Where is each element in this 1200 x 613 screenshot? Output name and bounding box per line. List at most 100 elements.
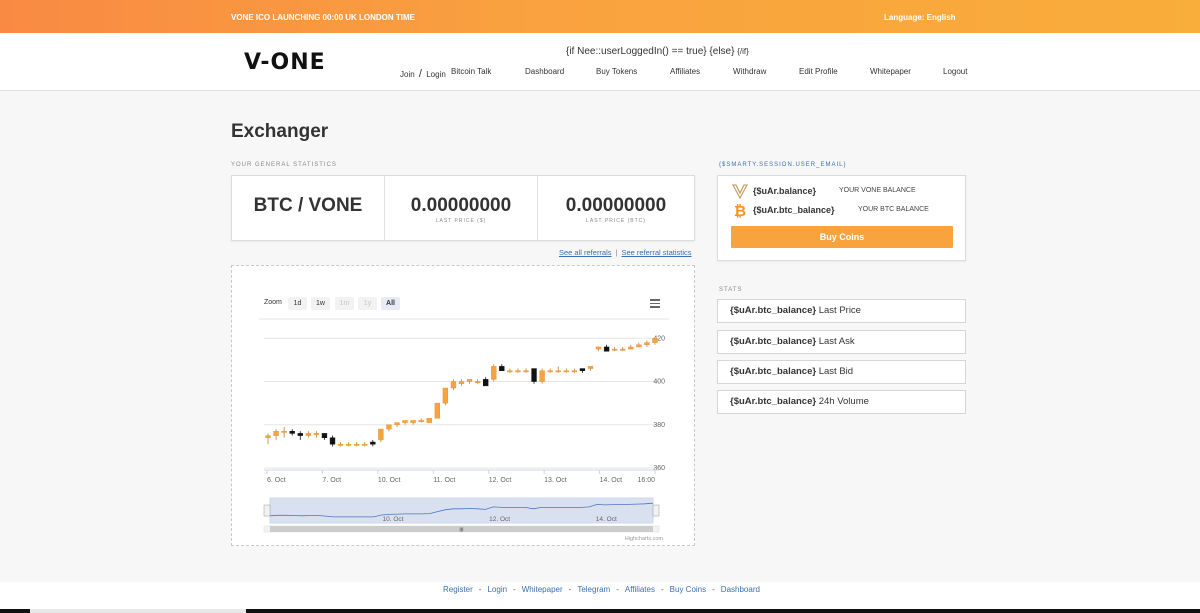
announcement-bar: VONE ICO LAUNCHING 00:00 UK LONDON TIME … [0, 0, 1200, 33]
join-link[interactable]: Join [400, 70, 415, 79]
candle [579, 368, 586, 371]
candle [603, 346, 610, 352]
candle [354, 443, 360, 446]
candle [636, 344, 642, 348]
candle [450, 381, 457, 389]
candle [337, 443, 344, 446]
nav-logout[interactable]: Logout [943, 67, 967, 76]
candle [611, 348, 618, 351]
candle [595, 346, 602, 350]
candle [345, 443, 352, 446]
language-selector[interactable]: Language: English [884, 13, 956, 22]
y-tick-label: 400 [653, 379, 665, 386]
stat-name: Last Ask [818, 336, 855, 347]
candle [652, 338, 658, 343]
footer-separator: - [616, 585, 619, 594]
vone-logo-icon [731, 184, 749, 200]
vone-balance-label: YOUR VONE BALANCE [839, 187, 916, 194]
footer-telegram-link[interactable]: Telegram [577, 585, 610, 594]
site-footer: Register - Login - Whitepaper - Telegram - Affil… [0, 582, 1200, 610]
candle [378, 428, 384, 441]
candle [394, 422, 400, 426]
candle [531, 368, 537, 382]
site-logo[interactable]: V-ONE [244, 50, 326, 75]
candle [426, 418, 432, 423]
stat-name: 24h Volume [818, 396, 869, 407]
candle [281, 431, 287, 433]
btc-balance-value: {$uAr.btc_balance} [753, 205, 835, 215]
stat-last-bid: {$uAr.btc_balance} Last Bid [717, 360, 966, 384]
btc-balance-label: YOUR BTC BALANCE [858, 206, 929, 213]
candle [628, 346, 634, 350]
referral-links: See all referrals | See referral statistic… [559, 248, 692, 257]
nav-affiliates[interactable]: Affiliates [670, 67, 700, 76]
trading-pair: BTC / VONE [253, 195, 363, 216]
stat-last-ask: {$uAr.btc_balance} Last Ask [717, 330, 966, 354]
bottom-strip [0, 609, 1200, 613]
announcement-text: VONE ICO LAUNCHING 00:00 UK LONDON TIME [231, 13, 416, 22]
btc-balance-row: ₿ {$uAr.btc_balance} YOUR BTC BALANCE [732, 202, 952, 220]
general-stats-card: BTC / VONE 0.00000000 LAST PRICE ($) 0.0… [231, 175, 695, 241]
candle [563, 370, 569, 373]
candle [466, 379, 473, 382]
stat-var: {$uAr.btc_balance} [730, 305, 817, 316]
nav-withdraw[interactable]: Withdraw [733, 67, 766, 76]
x-tick-label: 10. Oct [378, 477, 401, 484]
x-tick-label: 16:00 [637, 477, 655, 484]
candle [491, 366, 497, 380]
see-all-referrals-link[interactable]: See all referrals [559, 248, 612, 257]
nav-buy-tokens[interactable]: Buy Tokens [596, 67, 637, 76]
footer-buy-coins-link[interactable]: Buy Coins [670, 585, 706, 594]
svg-text:₿: ₿ [734, 202, 746, 220]
login-link[interactable]: Login [426, 70, 446, 79]
bitcoin-icon: ₿ [734, 202, 746, 220]
candle [515, 370, 521, 373]
scrollbar-grip: III [459, 528, 463, 534]
x-tick-label: 6. Oct [267, 477, 286, 484]
footer-affiliates-link[interactable]: Affiliates [625, 585, 655, 594]
footer-links: Register - Login - Whitepaper - Telegram - Affil… [443, 585, 760, 594]
price-chart[interactable]: Zoom 1d 1w 1m 1y All 360 380 400 420 6. Oct 7… [259, 291, 669, 542]
candle [499, 366, 505, 371]
x-tick-label: 13. Oct [544, 477, 567, 484]
footer-separator: - [660, 585, 664, 594]
footer-whitepaper-link[interactable]: Whitepaper [522, 585, 563, 594]
candle [329, 437, 336, 445]
footer-separator: - [513, 585, 516, 594]
navigator-label: 12. Oct [489, 516, 510, 523]
stat-last-price: {$uAr.btc_balance} Last Price [717, 299, 966, 323]
navigator-handle-right [652, 504, 660, 517]
candle [507, 370, 513, 373]
footer-separator: - [568, 585, 572, 594]
last-price-btc-label: LAST PRICE (BTC) [586, 218, 646, 224]
pair-cell: BTC / VONE [232, 176, 384, 240]
candle [321, 433, 328, 438]
navigator-label: 10. Oct [383, 516, 404, 523]
x-tick-label: 11. Oct [433, 477, 455, 484]
candle [297, 433, 303, 436]
chart-container: Zoom 1d 1w 1m 1y All 360 380 400 420 6. Oct 7… [231, 265, 695, 546]
candle [313, 433, 320, 435]
footer-login-link[interactable]: Login [487, 585, 507, 594]
navigator-label: 14. Oct [596, 516, 617, 523]
nav-whitepaper[interactable]: Whitepaper [870, 67, 911, 76]
footer-register-link[interactable]: Register [443, 585, 473, 594]
stat-24h-volume: {$uAr.btc_balance} 24h Volume [717, 390, 966, 414]
stat-var: {$uAr.btc_balance} [730, 336, 817, 347]
candle [418, 420, 424, 422]
nav-dashboard[interactable]: Dashboard [525, 67, 564, 76]
user-email: {$SMARTY.SESSION.USER_EMAIL} [719, 162, 847, 168]
template-code-text: {if Nee::userLoggedIn() == true} {else} [566, 46, 735, 57]
see-referral-statistics-link[interactable]: See referral statistics [621, 248, 691, 257]
nav-bitcoin-talk[interactable]: Bitcoin Talk [451, 67, 491, 76]
buy-coins-button[interactable]: Buy Coins [731, 226, 953, 248]
candle [410, 420, 416, 423]
footer-dashboard-link[interactable]: Dashboard [721, 585, 760, 594]
candle [370, 441, 376, 445]
candle [265, 435, 271, 438]
candle [620, 348, 626, 351]
candle [483, 379, 489, 387]
nav-edit-profile[interactable]: Edit Profile [799, 67, 838, 76]
template-code-end: {/if} [737, 47, 749, 56]
candle [474, 381, 481, 383]
